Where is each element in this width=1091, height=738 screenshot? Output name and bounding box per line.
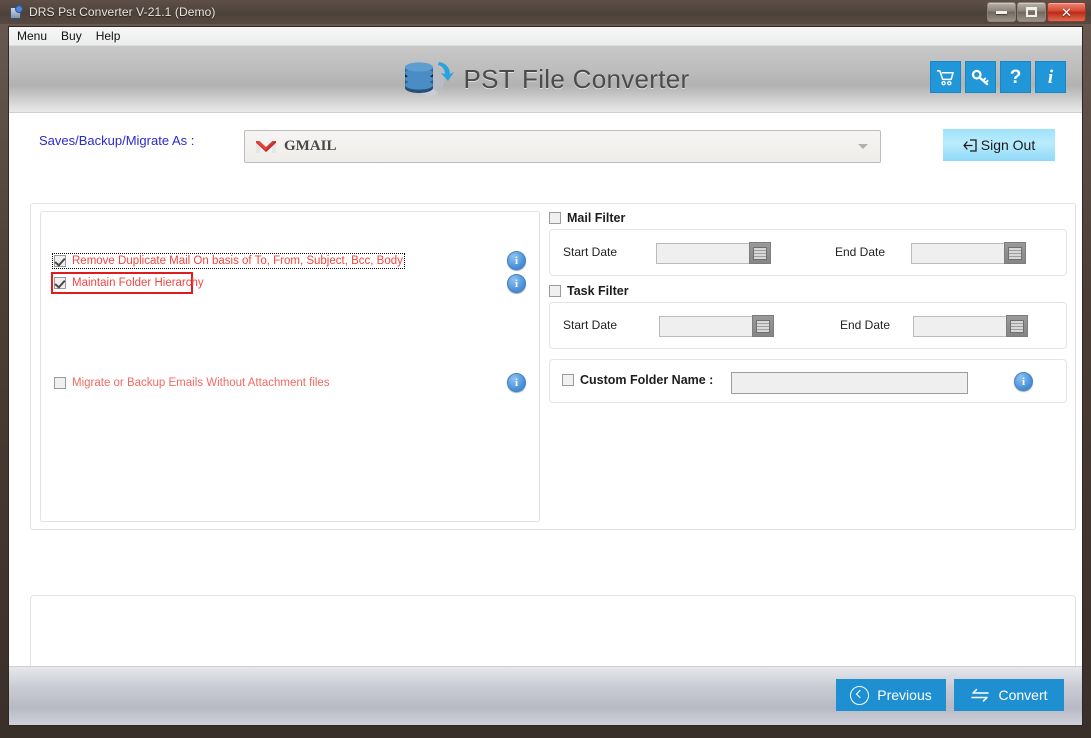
- mail-filter-group: Mail Filter Start Date End Date: [549, 211, 1067, 276]
- minimize-button[interactable]: [987, 2, 1016, 22]
- calendar-icon-task-start[interactable]: [752, 315, 774, 337]
- toolbar-icons: ? i: [930, 61, 1066, 93]
- database-wrench-logo: [402, 56, 454, 102]
- task-filter-header[interactable]: Task Filter: [549, 284, 1067, 298]
- minimize-icon: [996, 10, 1007, 14]
- info-icon-without-attachments[interactable]: i: [507, 373, 526, 392]
- checkbox-custom-folder-name[interactable]: [562, 374, 574, 386]
- option-remove-duplicate-mail[interactable]: Remove Duplicate Mail On basis of To, Fr…: [52, 253, 405, 269]
- info-icon[interactable]: i: [1035, 61, 1066, 93]
- close-button[interactable]: ✕: [1047, 2, 1086, 22]
- mail-filter-start-input[interactable]: [656, 243, 750, 264]
- sign-out-label: Sign Out: [980, 137, 1036, 153]
- window-controls: ✕: [987, 2, 1086, 22]
- save-as-label: Saves/Backup/Migrate As :: [39, 133, 195, 148]
- option-without-attachments-label: Migrate or Backup Emails Without Attachm…: [72, 377, 330, 389]
- task-filter-title: Task Filter: [567, 284, 629, 298]
- mail-filter-header[interactable]: Mail Filter: [549, 211, 1067, 225]
- custom-folder-body: Custom Folder Name : i: [549, 359, 1067, 403]
- gmail-icon: [255, 139, 277, 155]
- close-icon: ✕: [1061, 4, 1072, 20]
- menu-bar: Menu Buy Help: [9, 27, 1082, 46]
- chevron-left-circle-icon: [850, 685, 870, 705]
- title-bar: DRS Pst Converter V-21.1 (Demo) ✕: [0, 0, 1091, 24]
- window-title: DRS Pst Converter V-21.1 (Demo): [29, 5, 216, 19]
- task-filter-group: Task Filter Start Date End Date: [549, 284, 1067, 349]
- save-as-value: GMAIL: [284, 138, 337, 154]
- mail-filter-body: Start Date End Date: [549, 229, 1067, 276]
- cart-icon[interactable]: [930, 61, 961, 93]
- maximize-icon: [1026, 7, 1037, 17]
- brand: PST File Converter: [402, 56, 690, 102]
- info-glyph: i: [1047, 66, 1054, 88]
- options-panel: Remove Duplicate Mail On basis of To, Fr…: [30, 203, 1076, 530]
- checkbox-without-attachments[interactable]: [54, 377, 66, 389]
- footer-bar: Previous Convert: [9, 666, 1082, 725]
- task-filter-end-input[interactable]: [913, 316, 1007, 337]
- menu-item-menu[interactable]: Menu: [17, 29, 47, 43]
- checkbox-remove-duplicate-mail[interactable]: [54, 255, 66, 267]
- previous-button[interactable]: Previous: [836, 679, 946, 711]
- menu-item-buy[interactable]: Buy: [61, 29, 82, 43]
- custom-folder-group: Custom Folder Name : i: [549, 359, 1067, 403]
- custom-folder-label: Custom Folder Name :: [580, 373, 714, 387]
- checkbox-mail-filter[interactable]: [549, 212, 561, 224]
- mail-filter-end-input[interactable]: [911, 243, 1005, 264]
- app-banner: PST File Converter ? i: [9, 46, 1082, 113]
- task-filter-body: Start Date End Date: [549, 302, 1067, 349]
- application-window: DRS Pst Converter V-21.1 (Demo) ✕ Menu B…: [0, 0, 1091, 738]
- conversion-options-box: Remove Duplicate Mail On basis of To, Fr…: [40, 211, 540, 522]
- sign-out-button[interactable]: Sign Out: [943, 129, 1055, 161]
- info-icon-folder-hierarchy[interactable]: i: [507, 274, 526, 293]
- task-filter-end-label: End Date: [840, 318, 891, 332]
- mail-filter-start-label: Start Date: [563, 245, 618, 259]
- option-maintain-folder-hierarchy-label: Maintain Folder Hierarchy: [72, 277, 204, 289]
- checkbox-task-filter[interactable]: [549, 285, 561, 297]
- chevron-down-icon[interactable]: [858, 144, 868, 149]
- sign-out-icon: [963, 138, 978, 152]
- custom-folder-input[interactable]: [731, 372, 968, 394]
- checkbox-maintain-folder-hierarchy[interactable]: [54, 277, 66, 289]
- calendar-icon-mail-start[interactable]: [749, 242, 771, 264]
- convert-button-label: Convert: [998, 687, 1048, 703]
- custom-folder-check-row[interactable]: Custom Folder Name :: [562, 373, 713, 387]
- brand-title: PST File Converter: [463, 63, 690, 94]
- help-icon[interactable]: ?: [1000, 61, 1031, 93]
- mail-filter-title: Mail Filter: [567, 211, 626, 225]
- mail-filter-end-label: End Date: [835, 245, 886, 259]
- key-icon[interactable]: [965, 61, 996, 93]
- task-filter-start-input[interactable]: [659, 316, 753, 337]
- task-filter-start-label: Start Date: [563, 318, 618, 332]
- previous-button-label: Previous: [877, 687, 932, 703]
- info-icon-custom-folder[interactable]: i: [1014, 372, 1033, 391]
- save-as-combobox[interactable]: GMAIL: [244, 130, 881, 163]
- calendar-icon-task-end[interactable]: [1006, 315, 1028, 337]
- menu-item-help[interactable]: Help: [96, 29, 121, 43]
- option-without-attachments[interactable]: Migrate or Backup Emails Without Attachm…: [54, 377, 330, 389]
- help-glyph: ?: [1009, 66, 1022, 88]
- app-icon: [9, 5, 23, 19]
- convert-arrow-icon: [970, 688, 990, 702]
- window-frame: DRS Pst Converter V-21.1 (Demo) ✕ Menu B…: [0, 0, 1091, 738]
- convert-button[interactable]: Convert: [954, 679, 1064, 711]
- option-remove-duplicate-mail-label: Remove Duplicate Mail On basis of To, Fr…: [72, 255, 403, 267]
- client-area: Menu Buy Help PST File Converter ? i Sav…: [8, 26, 1083, 726]
- info-icon-remove-duplicate[interactable]: i: [507, 251, 526, 270]
- calendar-icon-mail-end[interactable]: [1004, 242, 1026, 264]
- option-maintain-folder-hierarchy[interactable]: Maintain Folder Hierarchy: [54, 277, 204, 289]
- maximize-button[interactable]: [1017, 2, 1046, 22]
- save-as-row: Saves/Backup/Migrate As : GMAIL Sign Out: [9, 113, 1082, 173]
